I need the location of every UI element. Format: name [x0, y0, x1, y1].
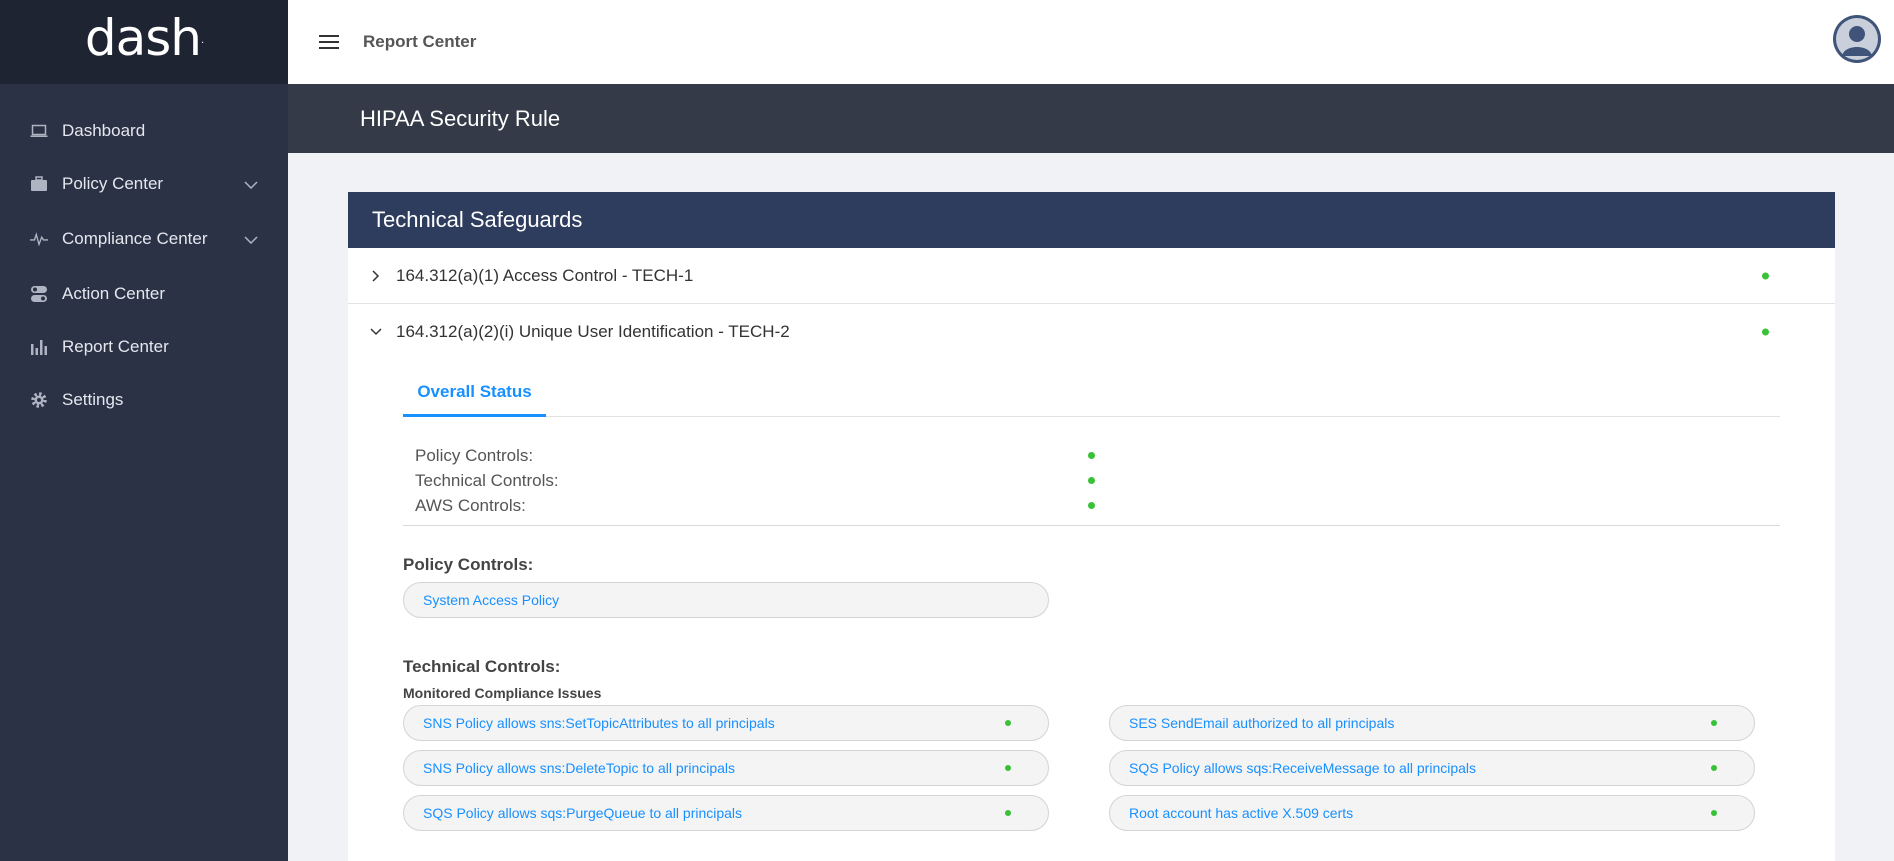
- pill-label: SQS Policy allows sqs:PurgeQueue to all …: [423, 805, 743, 821]
- sidebar-item-settings[interactable]: Settings: [0, 373, 288, 426]
- logo-text: dash: [84, 9, 202, 67]
- chevron-down-icon: [370, 326, 382, 338]
- issue-pill[interactable]: SES SendEmail authorized to all principa…: [1109, 705, 1755, 741]
- status-row-policy: Policy Controls:: [415, 443, 1115, 468]
- safeguards-card: Technical Safeguards 164.312(a)(1) Acces…: [348, 192, 1835, 861]
- issue-pill[interactable]: SQS Policy allows sqs:ReceiveMessage to …: [1109, 750, 1755, 786]
- pill-label: SNS Policy allows sns:DeleteTopic to all…: [423, 760, 736, 776]
- sidebar-nav: Dashboard Policy Center Compliance Cente…: [0, 84, 288, 426]
- bar-chart-icon: [30, 338, 48, 356]
- pill-label: SES SendEmail authorized to all principa…: [1129, 715, 1395, 731]
- briefcase-icon: [30, 175, 48, 193]
- status-label: Policy Controls:: [415, 445, 534, 465]
- status-dot: [1088, 477, 1095, 484]
- sidebar-item-policy-center[interactable]: Policy Center: [0, 157, 288, 210]
- status-dot: [1711, 810, 1717, 816]
- gear-icon: [30, 391, 48, 409]
- accordion-row-label: 164.312(a)(2)(i) Unique User Identificat…: [396, 322, 790, 341]
- issue-pill[interactable]: SQS Policy allows sqs:PurgeQueue to all …: [403, 795, 1049, 831]
- logo-mark: .: [200, 35, 204, 47]
- status-row-technical: Technical Controls:: [415, 468, 1115, 493]
- sidebar-item-label: Compliance Center: [62, 228, 208, 248]
- status-dot: [1005, 810, 1011, 816]
- sidebar-item-report-center[interactable]: Report Center: [0, 320, 288, 373]
- page-title: HIPAA Security Rule: [360, 105, 561, 131]
- issue-pill[interactable]: Root account has active X.509 certs: [1109, 795, 1755, 831]
- card-title: Technical Safeguards: [348, 192, 1835, 248]
- status-dot: [1711, 765, 1717, 771]
- technical-controls-heading: Technical Controls:: [403, 657, 561, 676]
- issue-pill[interactable]: SNS Policy allows sns:SetTopicAttributes…: [403, 705, 1049, 741]
- hamburger-icon[interactable]: [319, 35, 339, 49]
- sidebar-item-label: Report Center: [62, 336, 169, 356]
- accordion-row-tech-1[interactable]: 164.312(a)(1) Access Control - TECH-1: [348, 248, 1835, 304]
- chevron-down-icon[interactable]: [244, 174, 258, 194]
- issue-pill[interactable]: SNS Policy allows sns:DeleteTopic to all…: [403, 750, 1049, 786]
- status-dot: [1711, 720, 1717, 726]
- policy-controls-heading: Policy Controls:: [403, 555, 534, 574]
- laptop-icon: [30, 122, 48, 140]
- sidebar: dash. Dashboard Policy Center Compliance…: [0, 0, 288, 861]
- accordion-row-label: 164.312(a)(1) Access Control - TECH-1: [396, 265, 694, 285]
- monitored-issues-heading: Monitored Compliance Issues: [403, 685, 602, 701]
- chevron-down-icon[interactable]: [244, 229, 258, 249]
- toggle-icon: [30, 285, 48, 303]
- policy-control-pill[interactable]: System Access Policy: [403, 582, 1049, 618]
- status-dot: [1005, 720, 1011, 726]
- status-label: Technical Controls:: [415, 470, 559, 490]
- status-label: AWS Controls:: [415, 495, 526, 515]
- pill-label: SQS Policy allows sqs:ReceiveMessage to …: [1129, 760, 1477, 776]
- status-row-aws: AWS Controls:: [415, 493, 1115, 518]
- status-dot: [1088, 452, 1095, 459]
- sidebar-item-label: Action Center: [62, 283, 165, 303]
- dash-logo[interactable]: dash.: [84, 9, 204, 67]
- pill-label: System Access Policy: [423, 592, 560, 608]
- chevron-right-icon: [370, 269, 382, 282]
- top-bar-title: Report Center: [363, 32, 477, 51]
- accordion-row-tech-2[interactable]: 164.312(a)(2)(i) Unique User Identificat…: [348, 304, 1835, 360]
- status-dot: [1762, 272, 1769, 279]
- status-dot: [1762, 328, 1769, 336]
- status-dot: [1005, 765, 1011, 771]
- sidebar-item-label: Settings: [62, 389, 124, 409]
- sidebar-item-action-center[interactable]: Action Center: [0, 267, 288, 320]
- sidebar-item-label: Policy Center: [62, 173, 164, 193]
- status-dot: [1088, 502, 1095, 509]
- logo-bar: dash.: [0, 0, 288, 84]
- tab-overall-status[interactable]: Overall Status: [403, 370, 546, 417]
- sidebar-item-label: Dashboard: [62, 120, 146, 140]
- page-header: HIPAA Security Rule: [288, 84, 1894, 153]
- top-bar: Report Center: [288, 0, 1894, 84]
- pulse-icon: [30, 230, 48, 248]
- divider: [403, 525, 1780, 526]
- pill-label: Root account has active X.509 certs: [1129, 805, 1354, 821]
- sidebar-item-compliance-center[interactable]: Compliance Center: [0, 210, 288, 267]
- pill-label: SNS Policy allows sns:SetTopicAttributes…: [423, 715, 775, 731]
- tab-bar: Overall Status: [403, 360, 1780, 417]
- user-avatar-icon[interactable]: [1832, 14, 1882, 64]
- sidebar-item-dashboard[interactable]: Dashboard: [0, 104, 288, 157]
- overall-status-list: Policy Controls: Technical Controls: AWS…: [415, 443, 1115, 518]
